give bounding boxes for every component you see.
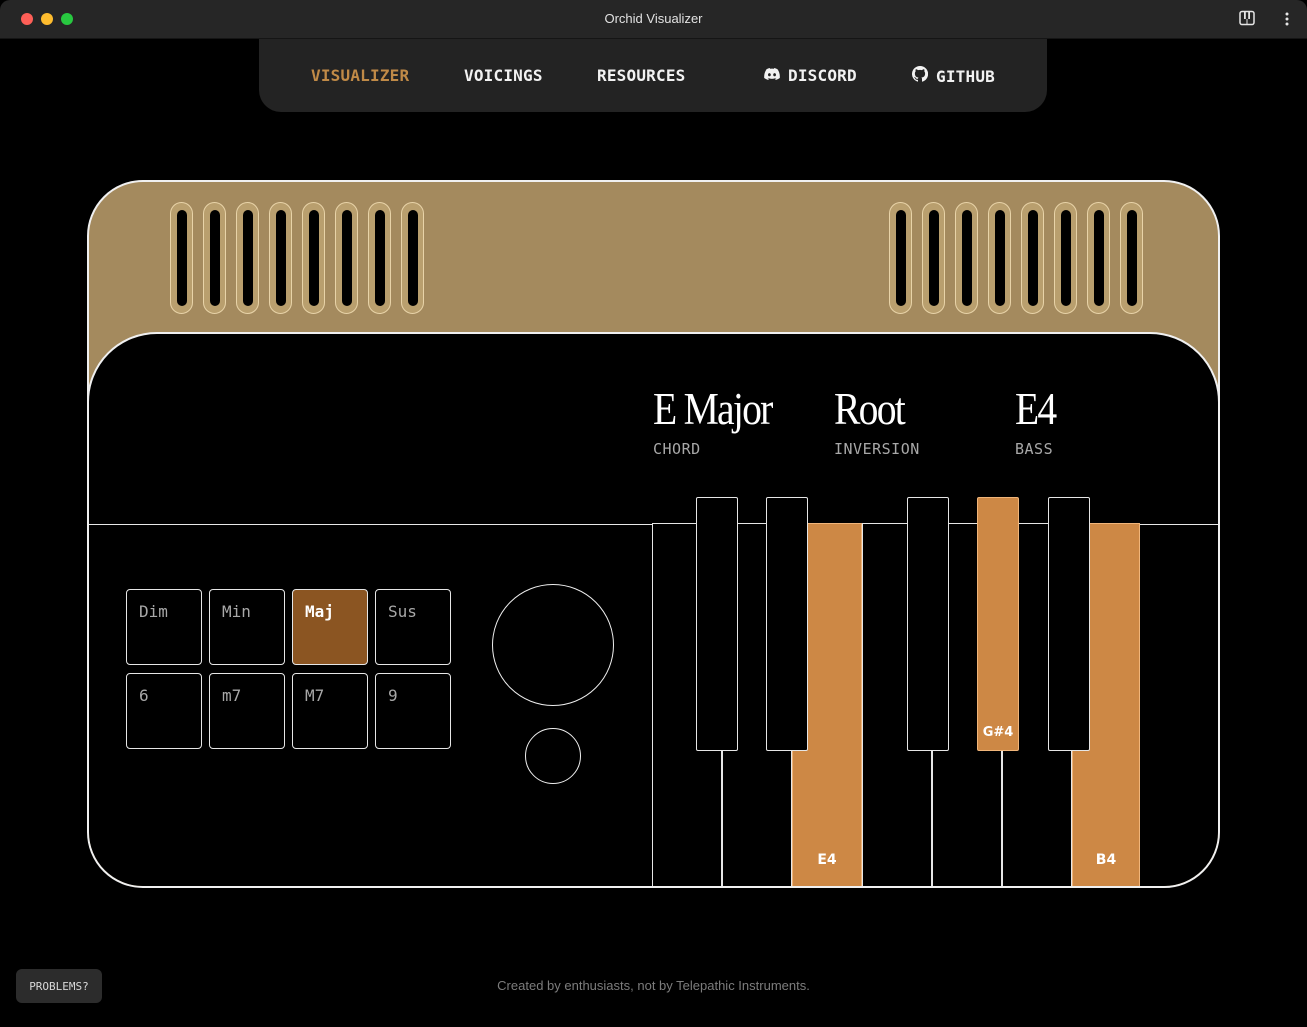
chord-label: CHORD <box>653 440 701 458</box>
nav-discord-label: DISCORD <box>788 66 857 85</box>
black-key-as4[interactable] <box>1048 497 1090 751</box>
more-vertical-icon[interactable] <box>1279 10 1295 32</box>
keyboard: E4 B4 G#4 <box>652 497 1140 886</box>
nav-resources-label: RESOURCES <box>597 66 686 85</box>
top-nav: VISUALIZER VOICINGS RESOURCES DISCORD GI… <box>259 39 1047 112</box>
pad-6[interactable]: 6 <box>126 673 202 749</box>
bass-value: E4 <box>1015 384 1057 434</box>
grille-slot <box>1054 202 1077 314</box>
black-key-fs4[interactable] <box>907 497 949 751</box>
grille-slot <box>955 202 978 314</box>
orchid-device: E Major CHORD Root INVERSION E4 BASS Dim… <box>87 180 1220 888</box>
grille-slot <box>203 202 226 314</box>
chord-pads: Dim Min Maj Sus 6 m7 M7 9 <box>126 589 451 749</box>
grille-slot <box>1021 202 1044 314</box>
grille-slot <box>1087 202 1110 314</box>
nav-resources[interactable]: RESOURCES <box>597 66 686 85</box>
black-key-gs4[interactable]: G#4 <box>977 497 1019 751</box>
window-titlebar: Orchid Visualizer <box>0 0 1307 39</box>
piano-icon[interactable] <box>1239 10 1255 30</box>
pad-dim[interactable]: Dim <box>126 589 202 665</box>
grille-slot <box>922 202 945 314</box>
main-knob[interactable] <box>492 584 614 706</box>
grille-slot <box>368 202 391 314</box>
nav-voicings[interactable]: VOICINGS <box>464 66 543 85</box>
bass-readout: E4 BASS <box>1015 384 1061 458</box>
inversion-value: Root <box>834 384 906 434</box>
pad-sus[interactable]: Sus <box>375 589 451 665</box>
pad-9[interactable]: 9 <box>375 673 451 749</box>
grille-slot <box>1120 202 1143 314</box>
github-icon <box>911 65 929 86</box>
chord-readout: E Major CHORD <box>653 384 788 458</box>
nav-github[interactable]: GITHUB <box>911 65 995 86</box>
window-title: Orchid Visualizer <box>604 11 703 26</box>
grille-slot <box>302 202 325 314</box>
inversion-label: INVERSION <box>834 440 920 458</box>
pad-m7[interactable]: m7 <box>209 673 285 749</box>
nav-github-label: GITHUB <box>936 66 995 86</box>
inversion-readout: Root INVERSION <box>834 384 920 458</box>
footer-credit: Created by enthusiasts, not by Telepathi… <box>497 978 810 993</box>
pad-min[interactable]: Min <box>209 589 285 665</box>
pad-maj[interactable]: Maj <box>292 589 368 665</box>
discord-icon <box>764 66 780 85</box>
nav-visualizer[interactable]: VISUALIZER <box>311 66 409 85</box>
black-key-ds4[interactable] <box>766 497 808 751</box>
nav-voicings-label: VOICINGS <box>464 66 543 85</box>
grille-slot <box>401 202 424 314</box>
bass-label: BASS <box>1015 440 1054 458</box>
grille-slot <box>170 202 193 314</box>
key-label-e4: E4 <box>817 852 837 868</box>
speaker-grille-right <box>889 202 1143 314</box>
grille-slot <box>988 202 1011 314</box>
key-label-b4: B4 <box>1095 852 1117 868</box>
key-label-gs4: G#4 <box>982 725 1014 740</box>
grille-slot <box>335 202 358 314</box>
pad-M7[interactable]: M7 <box>292 673 368 749</box>
device-body: E Major CHORD Root INVERSION E4 BASS Dim… <box>89 332 1218 886</box>
small-knob[interactable] <box>525 728 581 784</box>
chord-value: E Major <box>653 384 773 434</box>
grille-slot <box>236 202 259 314</box>
grille-slot <box>269 202 292 314</box>
nav-discord[interactable]: DISCORD <box>764 66 857 85</box>
speaker-grille-left <box>170 202 424 314</box>
nav-visualizer-label: VISUALIZER <box>311 66 410 85</box>
black-key-cs4[interactable] <box>696 497 738 751</box>
grille-slot <box>889 202 912 314</box>
